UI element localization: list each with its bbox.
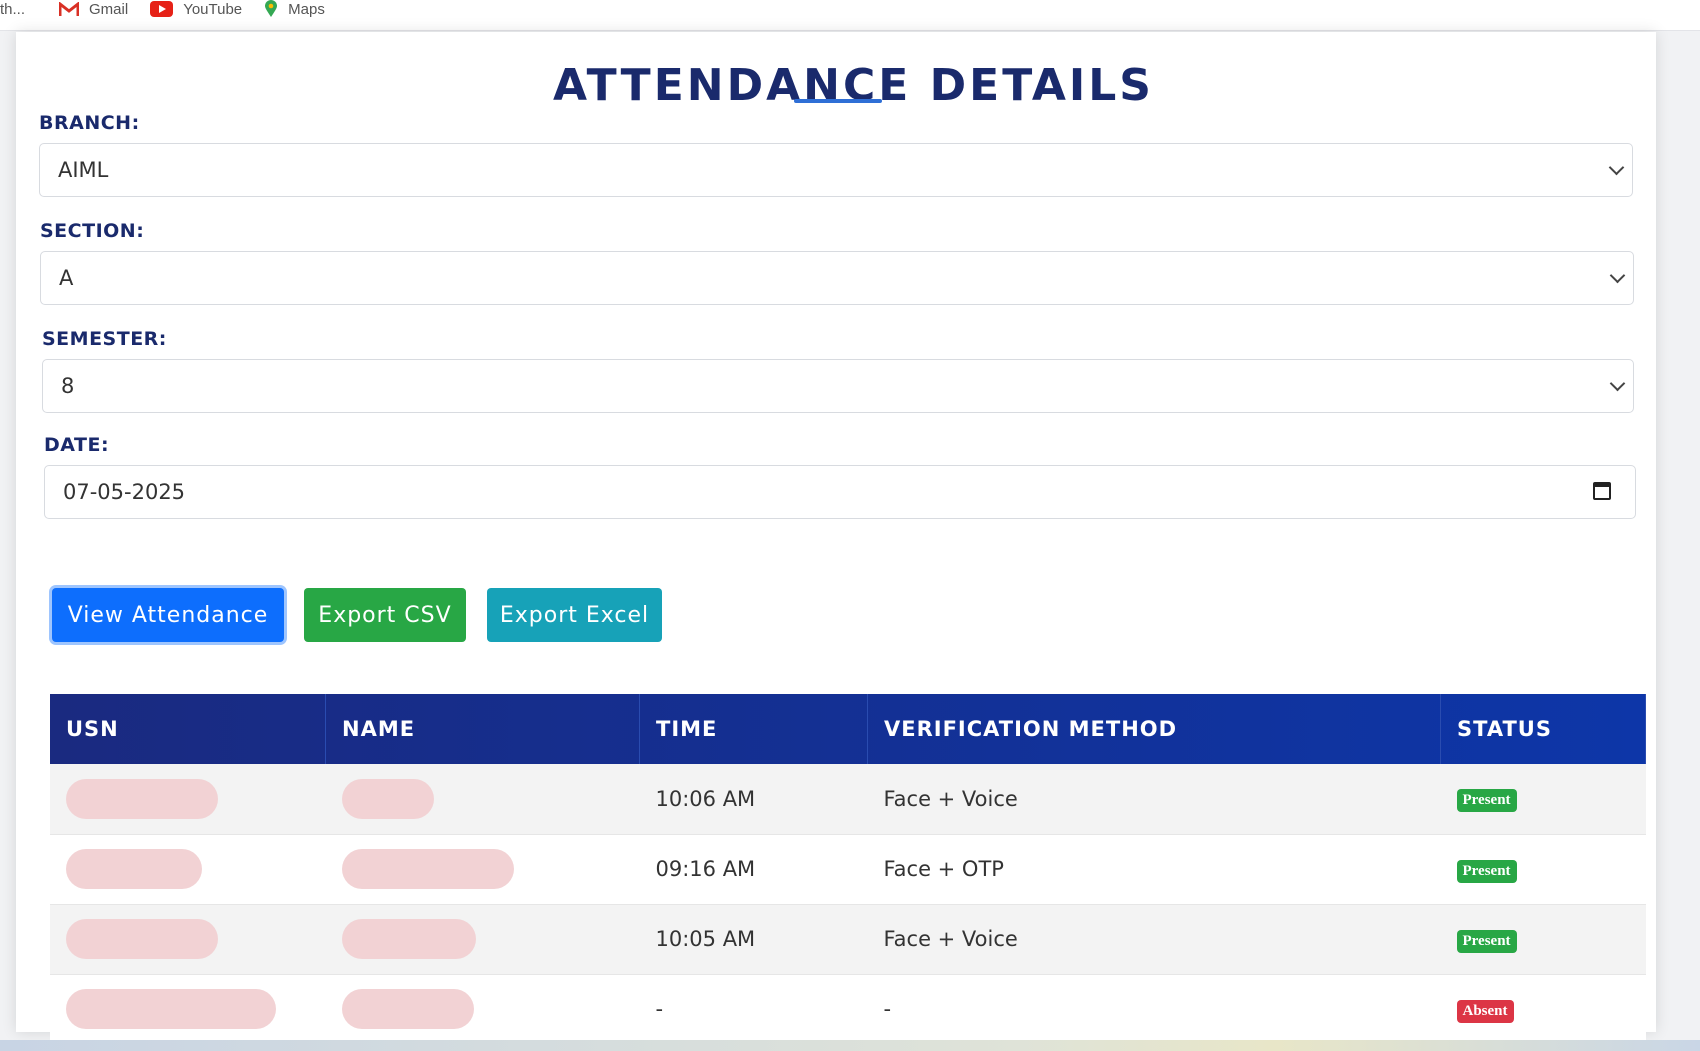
table-header-row: USN NAME TIME VERIFICATION METHOD STATUS [50,694,1646,764]
table-row: - - Absent [50,974,1646,1045]
calendar-icon[interactable] [1593,482,1611,500]
bookmark-truncated[interactable]: th... [0,1,25,18]
branch-value: AIML [58,158,109,182]
date-label: DATE: [44,434,110,456]
bookmark-maps[interactable]: Maps [264,0,325,18]
date-input[interactable]: 07-05-2025 [44,465,1636,519]
usn-cell [50,764,326,835]
header-usn: USN [50,694,326,764]
status-badge: Present [1456,929,1517,953]
bookmark-label: YouTube [183,0,243,18]
export-csv-button[interactable]: Export CSV [304,588,466,642]
method-cell: Face + Voice [867,764,1441,835]
status-badge: Absent [1456,999,1514,1023]
page-title: ATTENDANCE DETAILS [553,60,1154,111]
table-row: 10:05 AM Face + Voice Present [50,904,1646,975]
status-cell: Absent [1440,974,1646,1045]
semester-label: SEMESTER: [42,328,167,350]
time-cell: - [639,974,868,1045]
status-badge: Present [1456,859,1517,883]
method-cell: Face + Voice [867,904,1441,975]
redacted-name [341,989,474,1029]
header-verification-method: VERIFICATION METHOD [867,694,1441,764]
view-attendance-button[interactable]: View Attendance [52,588,284,642]
table-row: 10:06 AM Face + Voice Present [50,764,1646,835]
attendance-table: USN NAME TIME VERIFICATION METHOD STATUS… [50,694,1646,1045]
header-time: TIME [639,694,868,764]
header-name: NAME [325,694,640,764]
time-cell: 10:05 AM [639,904,868,975]
semester-select[interactable]: 8 [42,359,1634,413]
redacted-usn [66,849,202,889]
name-cell [325,974,640,1045]
header-status: STATUS [1440,694,1646,764]
method-cell: - [867,974,1441,1045]
taskbar [0,1040,1700,1051]
status-cell: Present [1440,834,1646,905]
redacted-usn [66,778,218,819]
chevron-down-icon [1609,375,1626,392]
status-badge: Present [1456,789,1517,813]
export-excel-button[interactable]: Export Excel [487,588,662,642]
method-cell: Face + OTP [867,834,1441,905]
maps-icon [264,0,278,18]
table-row: 09:16 AM Face + OTP Present [50,834,1646,905]
redacted-usn [66,919,218,959]
semester-value: 8 [61,374,75,398]
branch-label: BRANCH: [39,112,140,134]
redacted-usn [66,989,276,1029]
date-value: 07-05-2025 [63,480,186,504]
usn-cell [50,834,326,905]
time-cell: 10:06 AM [639,764,868,835]
bookmark-label: th... [0,0,26,18]
redacted-name [341,849,514,889]
bookmark-youtube[interactable]: YouTube [150,1,242,18]
bookmark-gmail[interactable]: Gmail [58,0,129,18]
chevron-down-icon [1609,267,1626,284]
section-label: SECTION: [40,220,145,242]
name-cell [325,834,640,905]
redacted-name [341,778,434,819]
status-cell: Present [1440,764,1646,835]
bookmarks-bar: th... Gmail YouTube Maps [0,0,1700,31]
usn-cell [50,904,326,975]
usn-cell [50,974,326,1045]
bookmark-label: Gmail [89,0,129,18]
branch-select[interactable]: AIML [39,143,1633,197]
section-select[interactable]: A [40,251,1634,305]
gmail-icon [58,0,80,17]
chevron-down-icon [1608,159,1625,176]
attendance-card: ATTENDANCE DETAILS BRANCH: AIML SECTION:… [16,32,1656,1045]
youtube-icon [150,1,174,17]
time-cell: 09:16 AM [639,834,868,905]
name-cell [325,764,640,835]
status-cell: Present [1440,904,1646,975]
name-cell [325,904,640,975]
title-underline [794,99,882,103]
bookmark-label: Maps [288,0,325,18]
redacted-name [341,919,476,959]
section-value: A [59,266,74,290]
